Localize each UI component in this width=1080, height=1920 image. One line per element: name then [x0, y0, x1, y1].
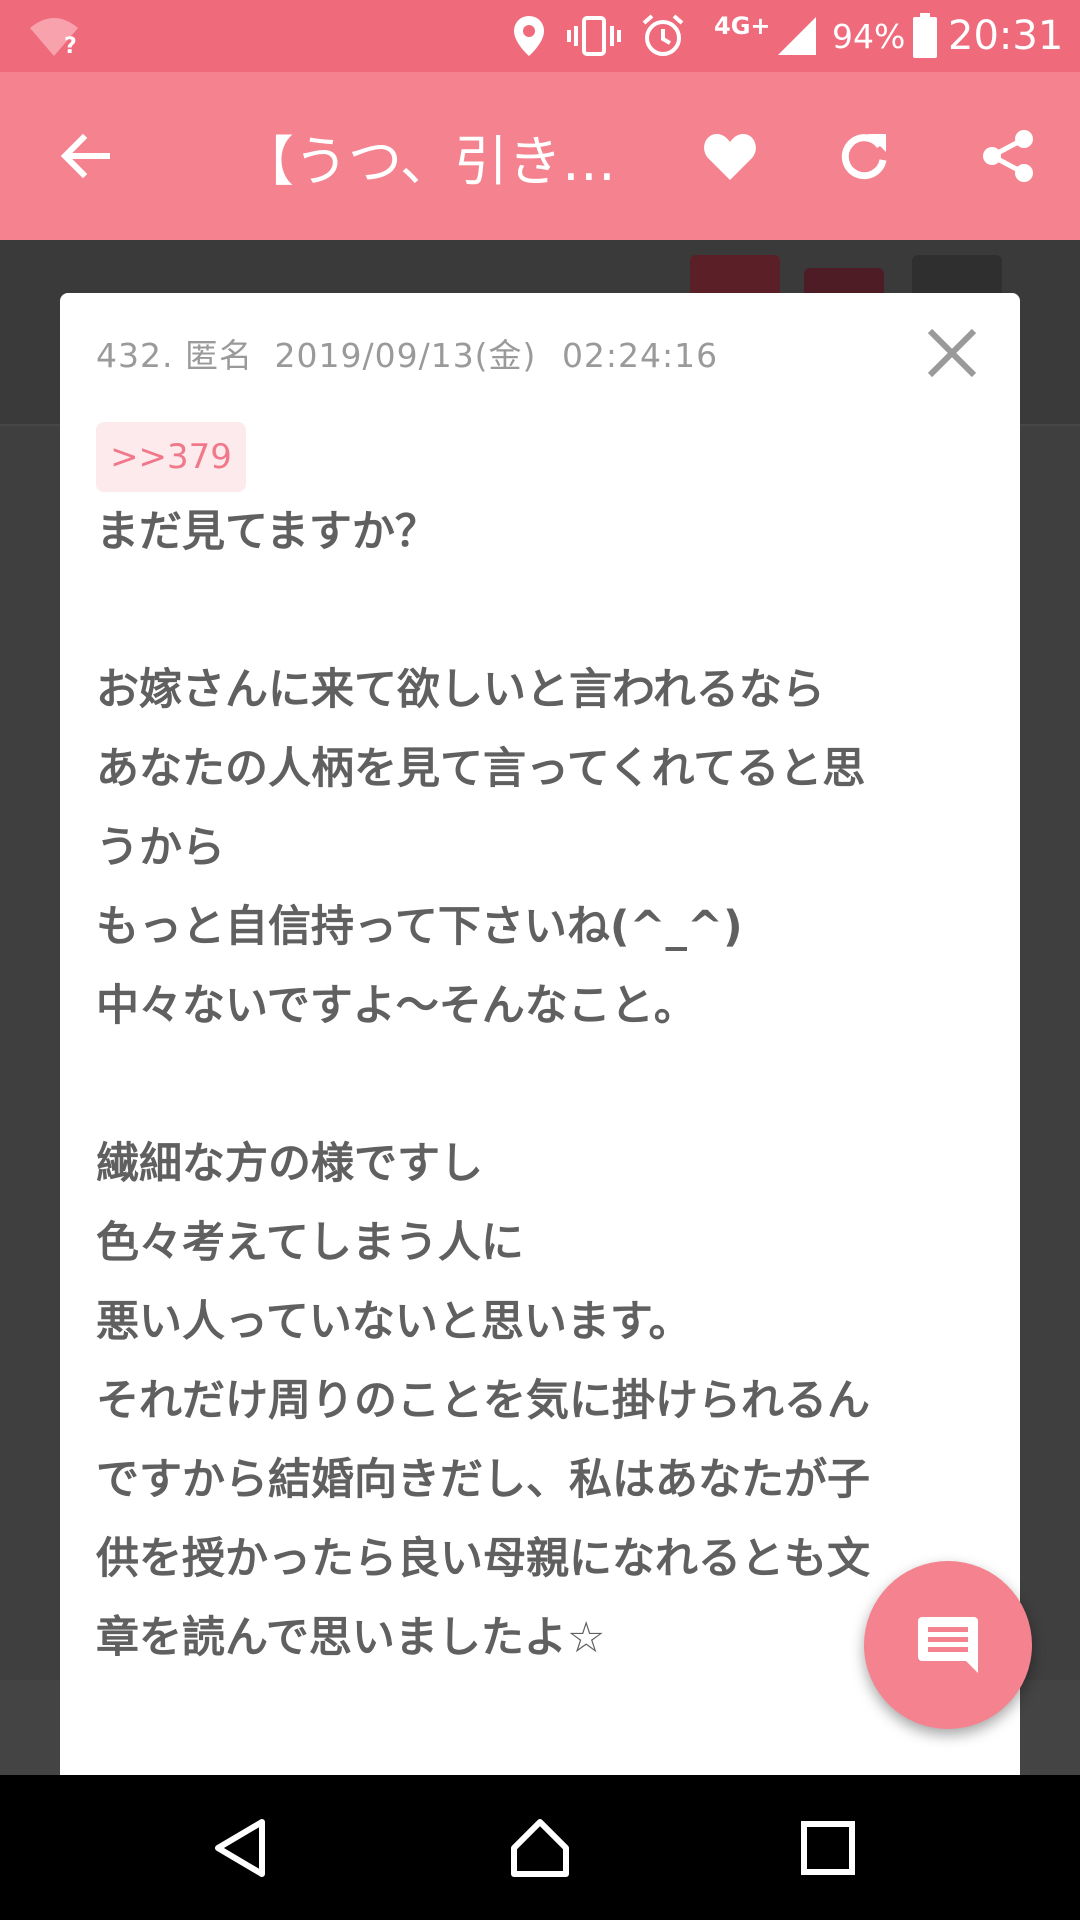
vibrate-icon: [566, 0, 622, 72]
comment-line: あなたの人柄を見て言ってくれてると思: [96, 744, 866, 794]
comment-line: ですから結婚向きだし、私はあなたが子: [96, 1455, 870, 1505]
navigation-bar: [0, 1775, 1080, 1920]
back-arrow-icon[interactable]: [40, 72, 130, 240]
location-icon: [512, 0, 546, 72]
app-bar: 【うつ、引き…: [0, 72, 1080, 240]
close-icon[interactable]: [922, 323, 982, 383]
thread-title: 【うつ、引き…: [240, 129, 616, 193]
alarm-icon: [640, 0, 686, 72]
comment-line: 繊細な方の様ですし: [96, 1139, 483, 1189]
comment-line: 悪い人っていないと思います。: [96, 1297, 692, 1347]
back-triangle-icon[interactable]: [160, 1775, 320, 1920]
network-type: 4G+: [714, 12, 771, 40]
comment-line: まだ見てますか？: [96, 507, 438, 557]
comment-date: 2019/09/13(金): [274, 336, 537, 375]
write-comment-button[interactable]: [864, 1561, 1032, 1729]
home-icon[interactable]: [460, 1775, 620, 1920]
refresh-icon[interactable]: [814, 72, 914, 240]
comment-icon: [918, 1617, 978, 1673]
comment-body: まだ見てますか？ お嫁さんに来て欲しいと言われるなら あなたの人柄を見て言ってく…: [96, 493, 996, 1678]
clock: 20:31: [948, 13, 1064, 59]
comment-line: 色々考えてしまう人に: [96, 1218, 524, 1268]
comment-line: お嫁さんに来て欲しいと言われるなら: [96, 665, 825, 715]
battery-percent: 94%: [832, 16, 906, 56]
comment-line: 中々ないですよ〜そんなこと。: [96, 981, 697, 1031]
heart-icon[interactable]: [680, 72, 780, 240]
battery-icon: [912, 0, 938, 72]
comment-line: [96, 1046, 996, 1125]
comment-line: もっと自信持って下さいね(^_^): [96, 902, 743, 952]
comment-number: 432.: [96, 336, 174, 375]
recents-icon[interactable]: [748, 1775, 908, 1920]
comment-dialog: 432. 匿名 2019/09/13(金) 02:24:16 >>379 まだ見…: [60, 293, 1020, 1775]
comment-meta: 432. 匿名 2019/09/13(金) 02:24:16: [96, 329, 718, 377]
comment-author: 匿名: [184, 336, 253, 375]
status-bar: ? 4G+ 94% 20:31: [0, 0, 1080, 72]
comment-line: 供を授かったら良い母親になれるとも文: [96, 1534, 870, 1584]
reply-anchor-link[interactable]: >>379: [96, 422, 246, 492]
signal-icon: [776, 0, 818, 72]
share-icon[interactable]: [958, 72, 1058, 240]
comment-line: [96, 572, 996, 651]
comment-line: それだけ周りのことを気に掛けられるん: [96, 1376, 870, 1426]
comment-time: 02:24:16: [561, 336, 719, 375]
comment-line: うから: [96, 823, 225, 873]
comment-line: 章を読んで思いましたよ☆: [96, 1613, 606, 1663]
